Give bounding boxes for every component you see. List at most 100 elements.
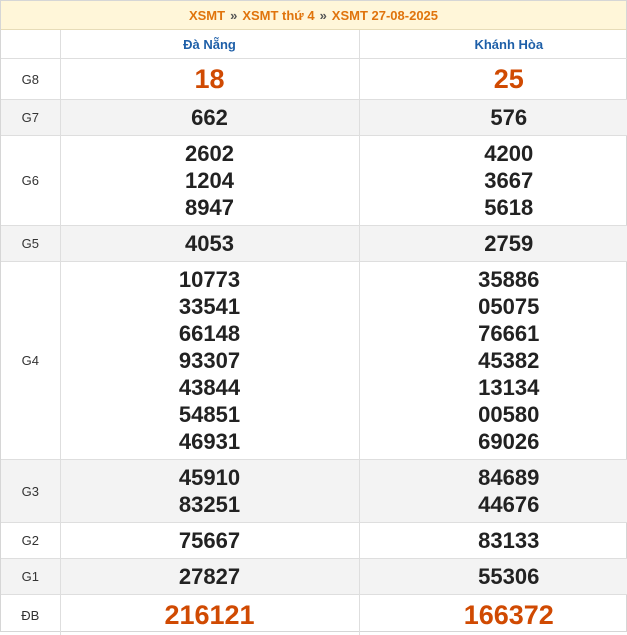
prize-number: 69026 [360,428,627,455]
prize-label: G7 [1,100,60,136]
prize-cell: 166372 [359,595,627,635]
prize-number: 05075 [360,293,627,320]
prize-cell: 10773335416614893307438445485146931 [60,262,359,460]
prize-numbers: 18 [61,66,359,93]
breadcrumb-separator: » [320,8,327,23]
prize-cell: 2759 [359,226,627,262]
prize-number: 25 [360,66,627,93]
table-row: G7662576 [1,100,627,136]
prize-number: 75667 [61,527,359,554]
prize-cell: 4053 [60,226,359,262]
breadcrumb-link-day[interactable]: XSMT thứ 4 [242,8,314,23]
prize-numbers: 75667 [61,527,359,554]
prize-number: 2602 [61,140,359,167]
prize-number: 83251 [61,491,359,518]
table-row: G540532759 [1,226,627,262]
prize-label: G8 [1,59,60,100]
breadcrumb-separator: » [230,8,237,23]
prize-cell: 25 [359,59,627,100]
prize-numbers: 8468944676 [360,464,627,518]
prize-number: 83133 [360,527,627,554]
prize-cell: 4591083251 [60,460,359,523]
prize-number: 44676 [360,491,627,518]
prize-number: 10773 [61,266,359,293]
prize-label: G2 [1,523,60,559]
prize-label: G1 [1,559,60,595]
prize-number: 4200 [360,140,627,167]
prize-number: 00580 [360,401,627,428]
prize-number: 13134 [360,374,627,401]
prize-label: ĐB [1,595,60,635]
prize-number: 66148 [61,320,359,347]
prize-cell: 27827 [60,559,359,595]
prize-number: 216121 [61,602,359,629]
prize-number: 55306 [360,563,627,590]
prize-label: G5 [1,226,60,262]
breadcrumb: XSMT » XSMT thứ 4 » XSMT 27-08-2025 [1,1,626,30]
prize-numbers: 83133 [360,527,627,554]
table-row: G12782755306 [1,559,627,595]
prize-number: 3667 [360,167,627,194]
prize-number: 76661 [360,320,627,347]
prize-numbers: 25 [360,66,627,93]
province-header-khanh-hoa: Khánh Hòa [359,30,627,59]
table-row: G345910832518468944676 [1,460,627,523]
results-table: Đà Nẵng Khánh Hòa G81825G7662576G6260212… [1,30,627,635]
prize-number: 2759 [360,230,627,257]
table-header-row: Đà Nẵng Khánh Hòa [1,30,627,59]
prize-number: 4053 [61,230,359,257]
prize-number: 18 [61,66,359,93]
breadcrumb-link-date[interactable]: XSMT 27-08-2025 [332,8,438,23]
results-table-container: XSMT » XSMT thứ 4 » XSMT 27-08-2025 Đà N… [0,0,627,632]
prize-cell: 662 [60,100,359,136]
table-row: G81825 [1,59,627,100]
prize-number: 8947 [61,194,359,221]
prize-numbers: 260212048947 [61,140,359,221]
prize-label: G3 [1,460,60,523]
prize-number: 27827 [61,563,359,590]
prize-number: 1204 [61,167,359,194]
prize-cell: 216121 [60,595,359,635]
prize-numbers: 216121 [61,602,359,629]
prize-number: 84689 [360,464,627,491]
prize-cell: 8468944676 [359,460,627,523]
prize-numbers: 27827 [61,563,359,590]
breadcrumb-link-xsmt[interactable]: XSMT [189,8,225,23]
prize-number: 93307 [61,347,359,374]
prize-numbers: 662 [61,104,359,131]
prize-number: 662 [61,104,359,131]
prize-cell: 83133 [359,523,627,559]
table-row: G410773335416614893307438445485146931358… [1,262,627,460]
prize-number: 35886 [360,266,627,293]
prize-cell: 35886050757666145382131340058069026 [359,262,627,460]
prize-numbers: 35886050757666145382131340058069026 [360,266,627,455]
prize-cell: 18 [60,59,359,100]
prize-number: 45382 [360,347,627,374]
prize-numbers: 4053 [61,230,359,257]
table-row: G27566783133 [1,523,627,559]
prize-cell: 420036675618 [359,136,627,226]
prize-numbers: 576 [360,104,627,131]
prize-numbers: 10773335416614893307438445485146931 [61,266,359,455]
prize-cell: 55306 [359,559,627,595]
prize-cell: 75667 [60,523,359,559]
prize-number: 54851 [61,401,359,428]
prize-number: 33541 [61,293,359,320]
prize-numbers: 2759 [360,230,627,257]
prize-number: 166372 [360,602,627,629]
prize-numbers: 4591083251 [61,464,359,518]
prize-cell: 576 [359,100,627,136]
prize-number: 43844 [61,374,359,401]
province-header-da-nang: Đà Nẵng [60,30,359,59]
table-row: G6260212048947420036675618 [1,136,627,226]
prize-label: G6 [1,136,60,226]
prize-number: 46931 [61,428,359,455]
prize-numbers: 420036675618 [360,140,627,221]
prize-number: 5618 [360,194,627,221]
prize-number: 45910 [61,464,359,491]
prize-numbers: 166372 [360,602,627,629]
table-row: ĐB216121166372 [1,595,627,635]
prize-number: 576 [360,104,627,131]
header-empty-cell [1,30,60,59]
prize-cell: 260212048947 [60,136,359,226]
